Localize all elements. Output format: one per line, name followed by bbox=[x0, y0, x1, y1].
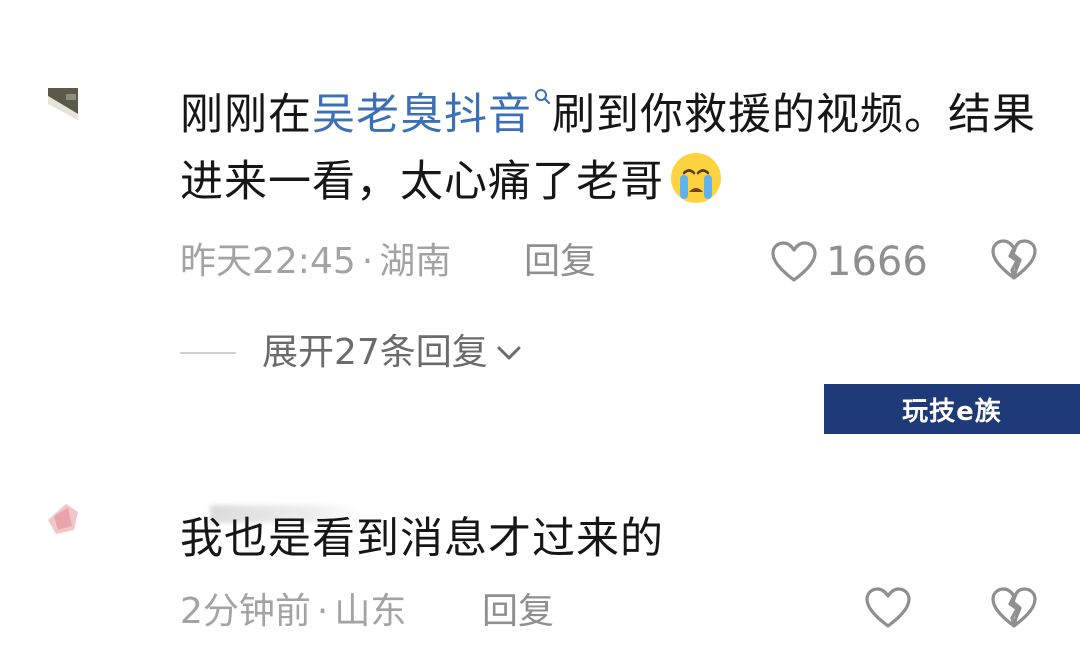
like-button[interactable] bbox=[864, 586, 912, 630]
broken-heart-icon bbox=[991, 587, 1037, 628]
comment-time: 2分钟前 bbox=[180, 591, 311, 632]
comment-location: 湖南 bbox=[379, 241, 452, 282]
search-keyword-label: 吴老臭抖音 bbox=[312, 90, 532, 140]
comment-time: 昨天22:45 bbox=[180, 241, 356, 282]
heart-icon bbox=[865, 587, 911, 628]
expand-divider bbox=[180, 352, 236, 354]
chevron-down-icon bbox=[497, 346, 521, 360]
reply-button[interactable]: 回复 bbox=[524, 240, 596, 284]
comment-text: 我也是看到消息才过来的 bbox=[180, 514, 664, 564]
comment-meta: 昨天22:45 · 湖南 bbox=[180, 240, 451, 284]
avatar[interactable] bbox=[44, 84, 82, 122]
dislike-button[interactable] bbox=[990, 586, 1038, 634]
heart-icon bbox=[771, 241, 817, 282]
crying-face-emoji-icon bbox=[671, 153, 721, 203]
like-count: 1666 bbox=[826, 239, 928, 285]
expand-replies-button[interactable]: 展开27条回复 bbox=[262, 330, 522, 376]
comment-meta: 2分钟前 · 山东 bbox=[180, 590, 406, 634]
broken-heart-icon bbox=[991, 239, 1037, 280]
comment-text: 刚刚在吴老臭抖音 刷到你救援的视频。结果进来一看，太心痛了老哥 bbox=[180, 84, 1040, 213]
comment-text-prefix: 刚刚在 bbox=[180, 90, 312, 140]
expand-replies-label: 展开27条回复 bbox=[262, 332, 488, 373]
comment-list: 刚刚在吴老臭抖音 刷到你救援的视频。结果进来一看，太心痛了老哥 昨天22:45 · 湖… bbox=[0, 0, 1080, 667]
search-icon bbox=[535, 89, 551, 105]
reply-button[interactable]: 回复 bbox=[482, 590, 554, 634]
search-keyword-link[interactable]: 吴老臭抖音 bbox=[312, 89, 552, 140]
avatar[interactable] bbox=[44, 500, 82, 538]
watermark-logo: 玩技e族 bbox=[824, 384, 1080, 434]
meta-separator: · bbox=[361, 241, 374, 282]
watermark-text: 玩技e族 bbox=[902, 396, 1002, 427]
meta-separator: · bbox=[316, 591, 329, 632]
like-button[interactable]: 1666 bbox=[770, 238, 928, 286]
comment-location: 山东 bbox=[334, 591, 407, 632]
dislike-button[interactable] bbox=[990, 238, 1038, 286]
